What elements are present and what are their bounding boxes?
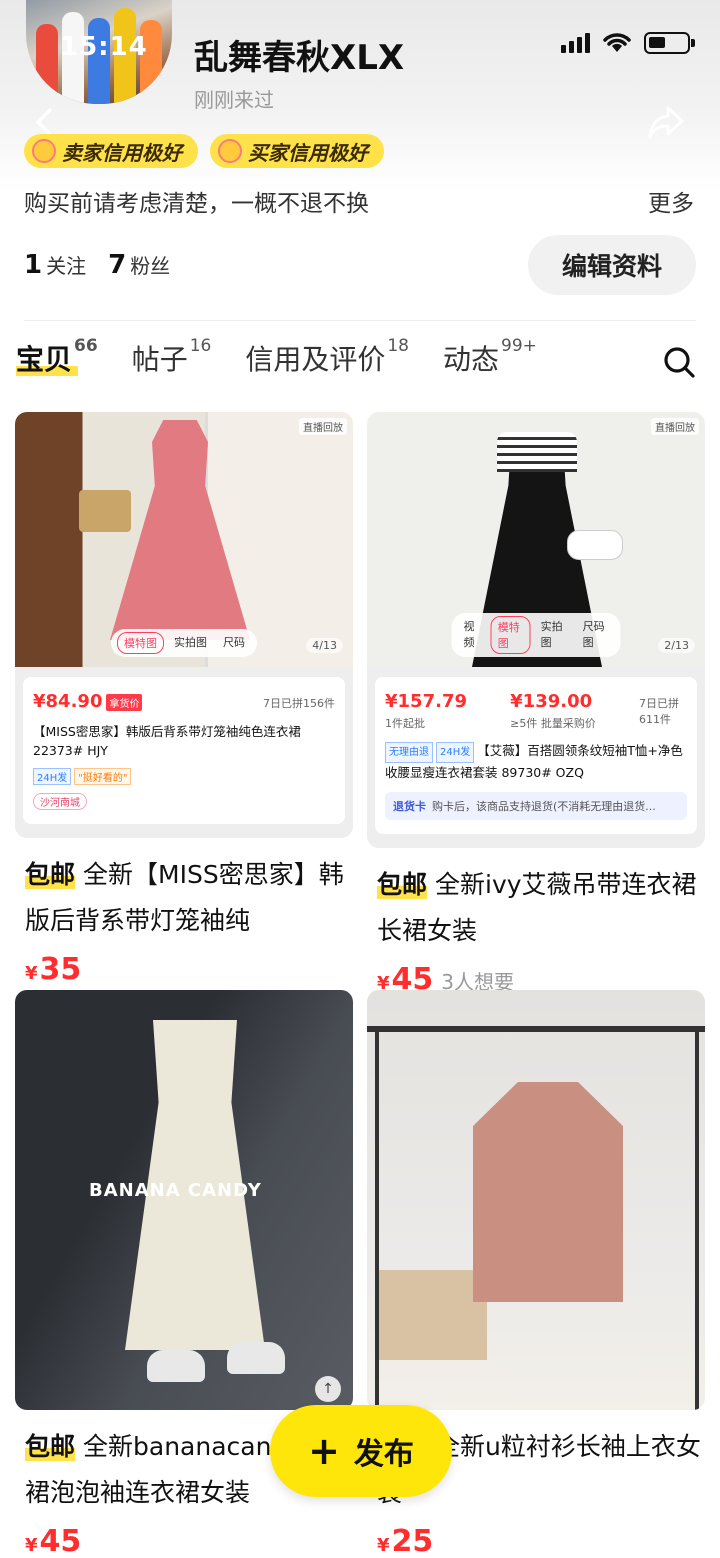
profile-tabs: 宝贝 66 帖子 16 信用及评价 18 动态 99+ (16, 336, 537, 378)
image-tabs: 视频 模特图 实拍图 尺码图 (451, 613, 621, 657)
more-link[interactable]: 更多 (648, 184, 694, 218)
bio-text: 购买前请考虑清楚，一概不退不换 (24, 191, 369, 217)
divider (24, 320, 696, 321)
edit-profile-button[interactable]: 编辑资料 (528, 235, 696, 295)
brand-watermark: BANANA CANDY (89, 1180, 262, 1201)
follow-stats: 1 关注 7 粉丝 (24, 250, 170, 280)
profile-page: 15:14 乱舞春秋XLX 刚刚来过 卖家信用极好 买家信用极好 购买前请考虑清… (0, 0, 720, 1558)
live-replay-label: 直播回放 (651, 418, 699, 435)
search-icon[interactable] (662, 345, 696, 379)
product-image[interactable]: 直播回放 模特图 实拍图 尺码 4/13 ¥84.90 拿货价 7日已拼156件 … (15, 412, 353, 838)
product-image[interactable]: 直播回放 视频 模特图 实拍图 尺码图 2/13 ¥157.79 1件起批 ¥13… (367, 412, 705, 848)
wifi-icon (603, 33, 631, 52)
product-price: ¥25 (377, 1524, 434, 1558)
tab-posts[interactable]: 帖子 16 (132, 336, 212, 378)
arrow-up-icon[interactable]: ↑ (315, 1376, 341, 1402)
credit-badges: 卖家信用极好 买家信用极好 (24, 134, 384, 168)
product-price: ¥35 (25, 952, 82, 987)
seller-credit-badge[interactable]: 卖家信用极好 (24, 134, 198, 168)
product-card[interactable]: 直播回放 模特图 实拍图 尺码 4/13 ¥84.90 拿货价 7日已拼156件 … (15, 412, 353, 987)
heart-eyes-icon (218, 139, 242, 163)
product-card[interactable]: 直播回放 视频 模特图 实拍图 尺码图 2/13 ¥157.79 1件起批 ¥13… (367, 412, 705, 997)
product-image[interactable] (367, 990, 705, 1410)
image-counter: 4/13 (306, 638, 343, 653)
image-tabs: 模特图 实拍图 尺码 (111, 629, 257, 657)
last-visit: 刚刚来过 (194, 88, 274, 112)
fans-stat[interactable]: 7 粉丝 (108, 250, 170, 280)
product-image[interactable]: BANANA CANDY ↑ (15, 990, 353, 1410)
live-replay-label: 直播回放 (299, 418, 347, 435)
publish-button[interactable]: + 发布 (270, 1405, 452, 1497)
following-stat[interactable]: 1 关注 (24, 250, 86, 280)
tab-activity[interactable]: 动态 99+ (443, 336, 537, 378)
product-title[interactable]: 包邮 全新【MISS密思家】韩版后背系带灯笼袖纯 (15, 852, 353, 948)
signal-icon (561, 33, 590, 53)
battery-icon (644, 32, 695, 54)
heart-eyes-icon (32, 139, 56, 163)
product-title[interactable]: 包邮 全新ivy艾薇吊带连衣裙长裙女装 (367, 862, 705, 958)
tab-items[interactable]: 宝贝 66 (16, 336, 98, 378)
profile-name: 乱舞春秋XLX (194, 38, 405, 78)
plus-icon: + (308, 1429, 340, 1473)
share-icon[interactable] (646, 104, 686, 140)
tab-credit-reviews[interactable]: 信用及评价 18 (245, 336, 409, 378)
status-icons (561, 32, 695, 54)
buyer-credit-badge[interactable]: 买家信用极好 (210, 134, 384, 168)
image-counter: 2/13 (658, 638, 695, 653)
status-time: 15:14 (60, 32, 148, 62)
product-price: ¥45 (25, 1524, 82, 1558)
